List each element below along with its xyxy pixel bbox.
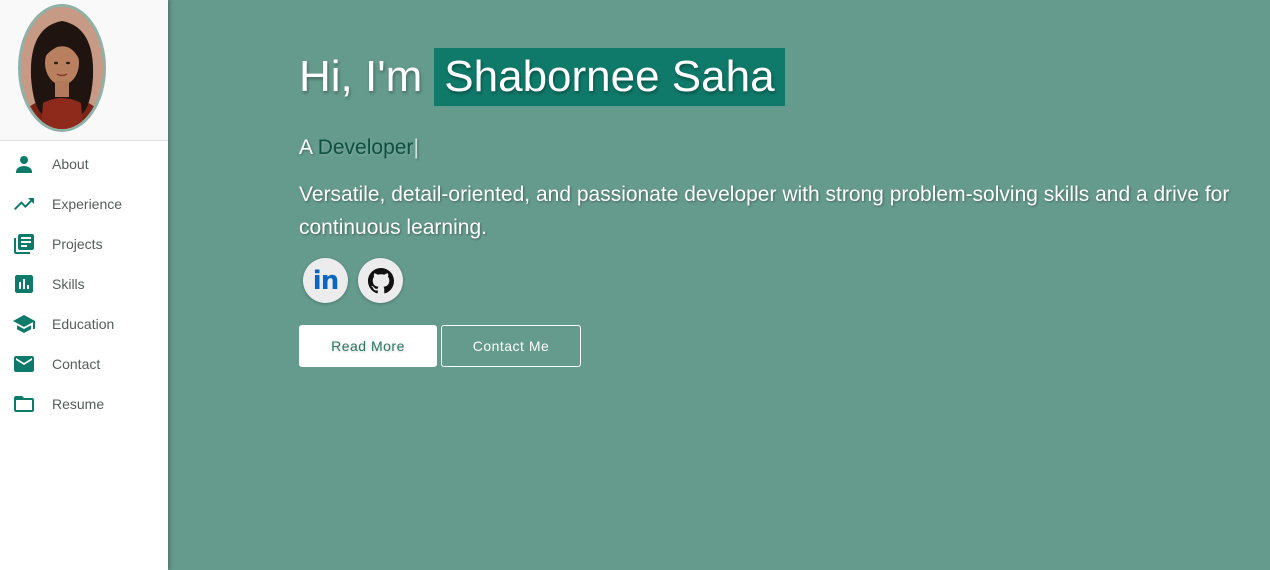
sidebar-nav: About Experience Projects Skills Educati…	[0, 141, 168, 424]
sidebar-item-education[interactable]: Education	[0, 304, 168, 344]
school-icon	[12, 312, 36, 336]
role-prefix: A	[299, 136, 312, 159]
folder-icon	[12, 392, 36, 416]
role-typed-text: Developer	[317, 136, 414, 159]
name-highlight: Shabornee Saha	[434, 48, 785, 106]
greeting-heading: Hi, I'm Shabornee Saha	[299, 48, 1270, 106]
trending-up-icon	[12, 192, 36, 216]
sidebar-item-resume[interactable]: Resume	[0, 384, 168, 424]
bio-text: Versatile, detail-oriented, and passiona…	[299, 183, 1230, 239]
cta-buttons: Read More Contact Me	[299, 325, 1270, 367]
sidebar-item-label: Contact	[52, 356, 101, 372]
avatar	[18, 4, 106, 132]
typing-cursor: |	[413, 136, 419, 159]
read-more-button[interactable]: Read More	[299, 325, 437, 367]
sidebar-item-experience[interactable]: Experience	[0, 184, 168, 224]
sidebar: About Experience Projects Skills Educati…	[0, 0, 168, 570]
bar-chart-icon	[12, 272, 36, 296]
main-content: Hi, I'm Shabornee Saha A Developer| Vers…	[168, 0, 1270, 570]
sidebar-item-skills[interactable]: Skills	[0, 264, 168, 304]
sidebar-item-label: Resume	[52, 396, 105, 412]
hero-section: Hi, I'm Shabornee Saha A Developer| Vers…	[299, 48, 1270, 367]
contact-me-button[interactable]: Contact Me	[441, 325, 581, 367]
sidebar-item-label: Education	[52, 316, 115, 332]
sidebar-item-label: Experience	[52, 196, 123, 212]
linkedin-icon: in	[312, 265, 339, 296]
github-link[interactable]	[358, 258, 403, 303]
github-icon	[367, 267, 394, 293]
social-links: in	[303, 258, 1270, 303]
greeting-text: Hi, I'm	[299, 52, 423, 101]
library-books-icon	[12, 232, 36, 256]
mail-icon	[12, 352, 36, 376]
sidebar-item-label: Projects	[52, 236, 103, 252]
person-icon	[12, 152, 36, 176]
sidebar-item-about[interactable]: About	[0, 144, 168, 184]
sidebar-item-projects[interactable]: Projects	[0, 224, 168, 264]
role-line: A Developer|	[299, 136, 1270, 160]
avatar-image	[21, 7, 103, 129]
linkedin-link[interactable]: in	[303, 258, 348, 303]
sidebar-item-label: About	[52, 156, 89, 172]
sidebar-item-contact[interactable]: Contact	[0, 344, 168, 384]
avatar-container	[0, 0, 168, 141]
sidebar-item-label: Skills	[52, 276, 85, 292]
